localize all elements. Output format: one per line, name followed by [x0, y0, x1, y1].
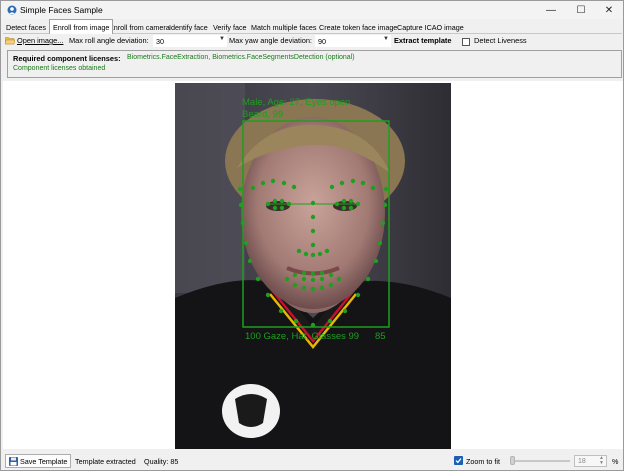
window-title: Simple Faces Sample: [20, 5, 103, 15]
chevron-down-icon: ▼: [219, 36, 225, 42]
zoom-stepper[interactable]: 18 ▲ ▼: [574, 455, 607, 467]
chevron-down-icon: ▼: [383, 36, 389, 42]
app-window: Simple Faces Sample — ☐ ✕ Detect faces E…: [0, 0, 624, 471]
extraction-status: Template extracted: [75, 457, 136, 466]
zoom-to-fit-checkbox[interactable]: [454, 456, 463, 465]
license-status: Component licenses obtained: [13, 65, 106, 72]
roll-angle-value: 30: [156, 37, 164, 46]
zoom-unit: %: [612, 457, 619, 466]
yaw-angle-select[interactable]: 90 ▼: [315, 35, 391, 47]
face-landmarks: [237, 178, 389, 328]
open-image-button[interactable]: Open image...: [17, 36, 63, 45]
zoom-value: 18: [578, 458, 586, 465]
license-value: Biometrics.FaceExtraction, Biometrics.Fa…: [127, 54, 355, 61]
yaw-angle-label: Max yaw angle deviation:: [229, 36, 312, 45]
floppy-disk-icon: [9, 457, 18, 466]
spinner-arrows-icon[interactable]: ▲ ▼: [599, 456, 604, 466]
toolbar: Open image... Max roll angle deviation: …: [3, 34, 622, 49]
quality-status: Quality: 85: [144, 457, 179, 466]
image-view[interactable]: Male, Age: 27, Eyes open, Beard, 99 100 …: [3, 81, 623, 449]
roll-angle-select[interactable]: 30 ▼: [153, 35, 227, 47]
face-bounding-box: [237, 120, 390, 328]
checkmark-icon: [455, 458, 462, 464]
maximize-button[interactable]: ☐: [567, 1, 595, 19]
detect-liveness-label[interactable]: Detect Liveness: [474, 36, 527, 45]
extract-template-button[interactable]: Extract template: [394, 36, 452, 45]
close-button[interactable]: ✕: [595, 1, 623, 19]
license-label: Required component licenses:: [13, 54, 121, 63]
face-quality-score: 85: [375, 331, 386, 342]
folder-open-icon: [5, 37, 15, 45]
tab-strip: Detect faces Enroll from image Enroll fr…: [1, 19, 623, 34]
title-bar: Simple Faces Sample — ☐ ✕: [1, 1, 623, 19]
minimize-button[interactable]: —: [537, 1, 565, 19]
face-attributes-top-line1: Male, Age: 27, Eyes open,: [242, 97, 353, 108]
roll-angle-label: Max roll angle deviation:: [69, 36, 149, 45]
save-template-button[interactable]: Save Template: [5, 454, 71, 468]
tab-panel-enroll-from-image: Open image... Max roll angle deviation: …: [3, 33, 623, 470]
app-icon: [7, 5, 17, 15]
face-overlay: Male, Age: 27, Eyes open, Beard, 99 100 …: [175, 83, 451, 449]
status-bar: Save Template Template extracted Quality…: [3, 453, 622, 469]
zoom-slider-track[interactable]: [510, 460, 570, 462]
zoom-slider-thumb[interactable]: [510, 456, 515, 465]
tab-enroll-from-image[interactable]: Enroll from image: [49, 19, 114, 34]
save-template-label: Save Template: [20, 457, 68, 466]
yaw-angle-value: 90: [318, 37, 326, 46]
face-attributes-top-line2: Beard, 99: [242, 109, 284, 120]
license-panel: Required component licenses: Biometrics.…: [7, 50, 622, 78]
face-photo: Male, Age: 27, Eyes open, Beard, 99 100 …: [175, 83, 451, 449]
detect-liveness-checkbox[interactable]: [462, 38, 470, 46]
face-attributes-bottom: 100 Gaze, Hat, Glasses 99: [245, 331, 360, 342]
zoom-to-fit-label[interactable]: Zoom to fit: [466, 457, 500, 466]
